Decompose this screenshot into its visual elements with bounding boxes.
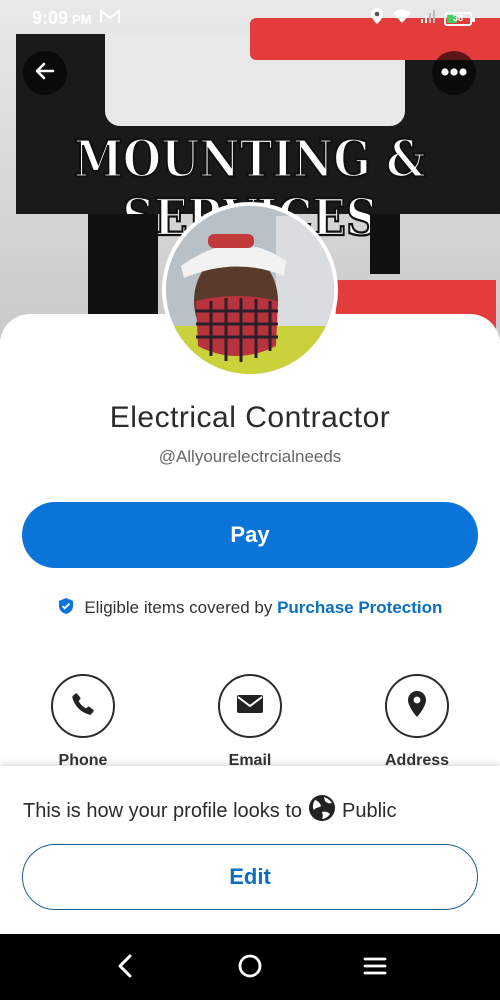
purchase-protection-note: Eligible items covered by Purchase Prote… <box>0 597 500 620</box>
circle-home-icon <box>237 953 263 984</box>
nav-home-button[interactable] <box>235 953 265 983</box>
phone-icon <box>70 691 96 722</box>
address-circle <box>385 674 449 738</box>
purchase-protection-link[interactable]: Purchase Protection <box>277 598 442 617</box>
gmail-icon <box>100 8 120 29</box>
email-label: Email <box>228 752 272 766</box>
pay-button[interactable]: Pay <box>22 502 478 568</box>
status-bar: 9:09 PM 38 <box>0 0 500 34</box>
system-nav-bar <box>0 934 500 1000</box>
avatar[interactable] <box>162 202 338 378</box>
preview-message-text: This is how your profile looks to <box>23 799 303 822</box>
chevron-left-icon <box>116 953 134 984</box>
more-horizontal-icon <box>440 64 468 82</box>
signal-icon <box>420 8 436 29</box>
phone-label: Phone <box>58 752 108 766</box>
profile-handle: @Allyourelectrcialneeds <box>158 447 342 466</box>
shield-check-icon <box>58 597 74 620</box>
protection-text: Eligible items covered by <box>84 597 273 617</box>
arrow-left-icon <box>33 59 57 88</box>
nav-back-button[interactable] <box>110 953 140 983</box>
audience-label: Public <box>342 799 397 822</box>
email-circle <box>218 674 282 738</box>
phone-circle <box>51 674 115 738</box>
mail-icon <box>236 693 264 720</box>
address-button[interactable]: Address <box>357 674 477 766</box>
back-button[interactable] <box>23 51 67 95</box>
sign-post-right <box>370 214 400 274</box>
avatar-photo <box>166 206 334 374</box>
phone-button[interactable]: Phone <box>23 674 143 766</box>
location-icon <box>370 7 384 30</box>
menu-icon <box>363 956 387 981</box>
edit-button[interactable]: Edit <box>22 844 478 910</box>
battery-icon: 38 <box>444 11 475 26</box>
contact-actions: Phone Email Address <box>0 674 500 766</box>
email-button[interactable]: Email <box>190 674 310 766</box>
map-pin-icon <box>406 690 428 723</box>
profile-preview-sheet: This is how your profile looks to Public… <box>0 766 500 934</box>
more-options-button[interactable] <box>432 51 476 95</box>
sign-post-left <box>88 214 158 314</box>
address-label: Address <box>384 752 450 766</box>
nav-recents-button[interactable] <box>360 953 390 983</box>
preview-message: This is how your profile looks to Public <box>23 794 397 828</box>
profile-name: Electrical Contractor <box>109 401 391 434</box>
globe-icon <box>308 794 336 828</box>
wifi-icon <box>392 8 412 29</box>
status-time: 9:09 PM <box>32 8 92 28</box>
